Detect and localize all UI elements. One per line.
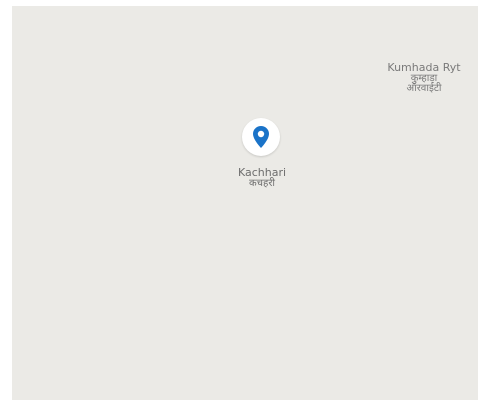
place-name-english: Kumhada Ryt xyxy=(387,61,461,74)
place-name-english: Kachhari xyxy=(237,166,287,179)
place-name-hindi-line2: ऑरवाईटी xyxy=(406,83,442,95)
location-pin-icon xyxy=(253,126,269,148)
place-name-hindi: कचहरी xyxy=(248,177,276,189)
place-label-kumhada: Kumhada Ryt कुम्हाड़ा ऑरवाईटी xyxy=(374,62,474,95)
location-pin-marker[interactable] xyxy=(242,118,280,156)
place-label-kachhari: Kachhari कचहरी xyxy=(222,167,302,189)
map-canvas[interactable]: Kachhari कचहरी Kumhada Ryt कुम्हाड़ा ऑरव… xyxy=(12,6,478,400)
